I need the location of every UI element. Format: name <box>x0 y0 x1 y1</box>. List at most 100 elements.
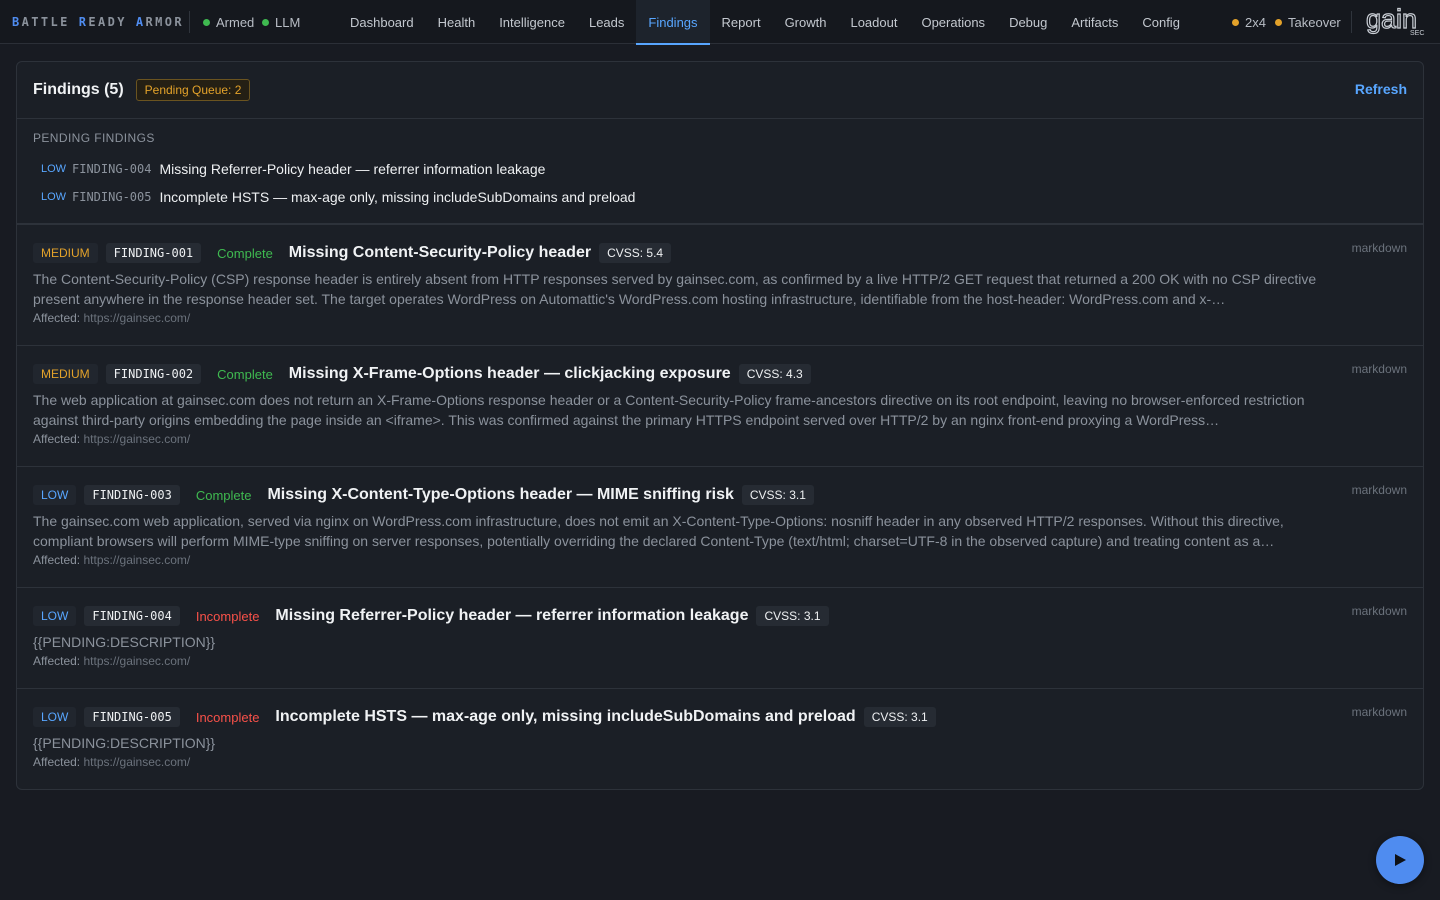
llm-status: LLM <box>262 0 300 44</box>
affected-line: Affected: https://gainsec.com/ <box>33 311 1407 325</box>
pending-findings-heading: PENDING FINDINGS <box>33 131 155 145</box>
findings-panel: Findings (5) Pending Queue: 2 Refresh PE… <box>16 61 1424 790</box>
format-label: markdown <box>1351 705 1407 719</box>
finding-id-badge: FINDING-003 <box>84 485 180 505</box>
finding-id-badge: FINDING-005 <box>84 707 180 727</box>
takeover-status[interactable]: Takeover <box>1275 0 1341 44</box>
tab-debug[interactable]: Debug <box>997 0 1059 44</box>
finding-description: {{PENDING:DESCRIPTION}} <box>33 634 216 650</box>
finding-card[interactable]: LOW FINDING-003 Complete Missing X-Content-… <box>17 467 1423 588</box>
run-button[interactable] <box>1376 836 1424 884</box>
armed-status-label: Armed <box>216 14 255 30</box>
finding-header: MEDIUM FINDING-001 Complete Missing Content… <box>33 241 1407 265</box>
finding-description: The web application at gainsec.com does … <box>33 392 1305 428</box>
affected-line: Affected: https://gainsec.com/ <box>33 553 1407 567</box>
status-badge: Complete <box>195 487 252 503</box>
finding-header: LOW FINDING-003 Complete Missing X-Content-… <box>33 483 1407 507</box>
affected-label: Affected: <box>33 755 81 769</box>
tab-growth[interactable]: Growth <box>773 0 839 44</box>
finding-header: LOW FINDING-004 Incomplete Missing Referrer… <box>33 604 1407 628</box>
page-title: Findings (5) <box>33 81 124 98</box>
finding-card[interactable]: MEDIUM FINDING-002 Complete Missing X-Frame… <box>17 346 1423 467</box>
affected-url[interactable]: https://gainsec.com/ <box>84 311 191 325</box>
divider <box>1351 11 1352 33</box>
tab-operations[interactable]: Operations <box>909 0 997 44</box>
tab-config[interactable]: Config <box>1130 0 1192 44</box>
status-badge: Complete <box>217 366 273 382</box>
cvss-badge: CVSS: 4.3 <box>738 364 811 384</box>
affected-url[interactable]: https://gainsec.com/ <box>84 654 191 668</box>
findings-list: MEDIUM FINDING-001 Complete Missing Content… <box>17 225 1423 789</box>
finding-id-badge: FINDING-002 <box>105 364 202 384</box>
tab-report[interactable]: Report <box>710 0 773 44</box>
brand-initial-a: A <box>135 15 146 29</box>
finding-title: Missing Referrer-Policy header — referre… <box>275 607 749 624</box>
format-label: markdown <box>1351 241 1407 255</box>
mode-status: 2x4 <box>1232 0 1266 44</box>
severity-badge: LOW <box>33 606 77 626</box>
tab-intelligence[interactable]: Intelligence <box>487 0 577 44</box>
mode-status-dot-icon <box>1232 18 1239 26</box>
pending-queue-badge: Pending Queue: 2 <box>135 79 251 101</box>
armed-status: Armed <box>203 0 254 44</box>
format-label: markdown <box>1351 362 1407 376</box>
affected-line: Affected: https://gainsec.com/ <box>33 755 1407 769</box>
status-badge: Complete <box>217 245 273 261</box>
finding-id-badge: FINDING-004 <box>84 606 180 626</box>
finding-description: {{PENDING:DESCRIPTION}} <box>33 735 216 751</box>
play-icon <box>1395 854 1406 866</box>
brand-initial-r: R <box>78 15 89 29</box>
llm-status-dot-icon <box>262 18 269 26</box>
brand-wordmark: B ATTLE R EADY A RMOR <box>12 0 184 44</box>
panel-header: Findings (5) Pending Queue: 2 Refresh <box>17 62 1423 119</box>
top-bar: B ATTLE R EADY A RMOR Armed LLM Dashboard Heal… <box>0 0 1440 45</box>
severity-label: LOW <box>41 163 67 175</box>
affected-label: Affected: <box>33 553 81 567</box>
tab-leads[interactable]: Leads <box>577 0 636 44</box>
affected-url[interactable]: https://gainsec.com/ <box>84 755 191 769</box>
affected-label: Affected: <box>33 432 81 446</box>
llm-status-label: LLM <box>275 14 301 30</box>
gainsec-logo: gain SEC <box>1366 4 1424 37</box>
finding-title: Missing Referrer-Policy header — referre… <box>159 161 546 177</box>
cvss-badge: CVSS: 3.1 <box>741 485 814 505</box>
tab-findings[interactable]: Findings <box>636 0 710 45</box>
brand-initial-b: B <box>12 15 22 29</box>
takeover-status-dot-icon <box>1275 18 1282 26</box>
refresh-button[interactable]: Refresh <box>1355 81 1407 97</box>
affected-label: Affected: <box>33 654 81 668</box>
finding-card[interactable]: MEDIUM FINDING-001 Complete Missing Content… <box>17 225 1423 346</box>
divider <box>189 11 190 33</box>
severity-badge: MEDIUM <box>33 364 98 384</box>
affected-url[interactable]: https://gainsec.com/ <box>84 432 191 446</box>
armed-status-dot-icon <box>203 18 210 26</box>
severity-badge: LOW <box>33 485 77 505</box>
cvss-badge: CVSS: 3.1 <box>756 606 829 626</box>
affected-url[interactable]: https://gainsec.com/ <box>84 553 191 567</box>
pending-finding-row[interactable]: LOW FINDING-005 Incomplete HSTS — max-age … <box>33 183 1407 211</box>
finding-card[interactable]: LOW FINDING-004 Incomplete Missing Referrer… <box>17 588 1423 689</box>
status-badge: Incomplete <box>195 709 260 725</box>
finding-id: FINDING-005 <box>72 190 152 204</box>
brand-word-battle: ATTLE <box>21 15 70 29</box>
affected-line: Affected: https://gainsec.com/ <box>33 432 1407 446</box>
finding-description: The gainsec.com web application, served … <box>33 513 1284 549</box>
tab-artifacts[interactable]: Artifacts <box>1059 0 1130 44</box>
severity-badge: MEDIUM <box>33 243 98 263</box>
finding-title: Missing Content-Security-Policy header <box>288 244 592 261</box>
finding-header: LOW FINDING-005 Incomplete Incomplete HSTS … <box>33 705 1407 729</box>
finding-title: Incomplete HSTS — max-age only, missing … <box>275 708 856 725</box>
finding-description: The Content-Security-Policy (CSP) respon… <box>33 271 1317 307</box>
tab-health[interactable]: Health <box>426 0 488 44</box>
finding-id-badge: FINDING-001 <box>105 243 202 263</box>
pending-finding-row[interactable]: LOW FINDING-004 Missing Referrer-Policy he… <box>33 155 1407 183</box>
main-nav: Dashboard Health Intelligence Leads Findings… <box>338 0 1192 45</box>
status-badge: Incomplete <box>195 608 260 624</box>
cvss-badge: CVSS: 3.1 <box>863 707 936 727</box>
mode-status-label: 2x4 <box>1245 14 1266 30</box>
finding-card[interactable]: LOW FINDING-005 Incomplete Incomplete HSTS … <box>17 689 1423 789</box>
tab-loadout[interactable]: Loadout <box>838 0 909 44</box>
severity-badge: LOW <box>33 707 77 727</box>
brand-word-ready: EADY <box>88 15 127 29</box>
tab-dashboard[interactable]: Dashboard <box>338 0 426 44</box>
